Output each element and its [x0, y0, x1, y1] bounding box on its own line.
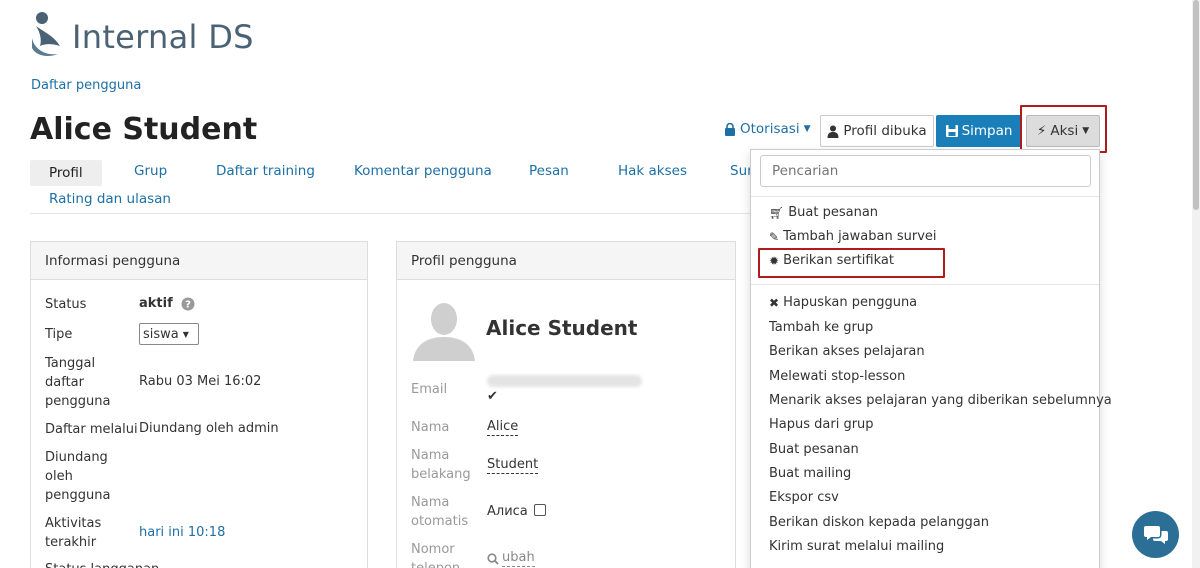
profile-opened-button[interactable]: Profil dibuka — [820, 115, 934, 147]
menu-item-add-survey-answer[interactable]: ✎ Tambah jawaban survei — [769, 229, 937, 244]
profile-opened-label: Profil dibuka — [843, 123, 927, 139]
scrollbar-thumb[interactable] — [1193, 0, 1199, 210]
caret-down-icon: ▼ — [803, 124, 811, 134]
tab-profil[interactable]: Profil — [30, 160, 102, 186]
menu-item-export-csv[interactable]: Ekspor csv — [769, 490, 839, 505]
tab-hak-akses[interactable]: Hak akses — [618, 163, 687, 179]
status-text: aktif — [139, 296, 173, 311]
menu-item-create-order[interactable]: 🛒︎ Buat pesanan — [769, 205, 878, 220]
otorisasi-label: Otorisasi — [740, 121, 800, 137]
save-label: Simpan — [961, 123, 1013, 139]
menu-item-give-discount[interactable]: Berikan diskon kepada pelanggan — [769, 515, 989, 530]
status-label: Status — [45, 297, 87, 312]
last-activity-value[interactable]: hari ini 10:18 — [139, 525, 225, 540]
subscription-label: Status langganan — [45, 560, 159, 568]
reg-date-label: Tanggal daftar pengguna — [45, 356, 111, 409]
last-name-label: Nama belakang — [411, 448, 471, 482]
tab-rating-dan-ulasan[interactable]: Rating dan ulasan — [49, 191, 171, 207]
last-activity-label: Aktivitas terakhir — [45, 516, 102, 550]
brand-logo[interactable]: Internal DS — [30, 10, 270, 62]
cart-icon: 🛒︎ — [769, 205, 785, 220]
floppy-icon — [945, 125, 958, 137]
tab-daftar-training[interactable]: Daftar training — [216, 163, 315, 179]
page-title: Alice Student — [30, 112, 258, 147]
menu-item-label: Hapuskan pengguna — [783, 295, 918, 310]
profile-tabs: Profil Grup Daftar training Komentar pen… — [30, 156, 753, 214]
tab-grup[interactable]: Grup — [134, 163, 167, 179]
type-label: Tipe — [45, 327, 73, 342]
invited-by-label: Diundang oleh pengguna — [45, 450, 111, 503]
phone-label: Nomor telepon — [411, 542, 460, 568]
x-icon: ✖ — [769, 295, 780, 310]
actions-button-highlight — [1020, 105, 1107, 153]
email-label: Email — [411, 382, 448, 397]
status-value: aktif ? — [139, 296, 195, 311]
type-select-value: siswa — [143, 326, 179, 342]
reg-date-value: Rabu 03 Mei 16:02 — [139, 374, 262, 389]
auto-name-checkbox[interactable] — [534, 504, 546, 516]
last-name-value[interactable]: Student — [487, 457, 539, 474]
first-name-value[interactable]: Alice — [487, 419, 519, 436]
type-select[interactable]: siswa ▼ — [139, 323, 199, 345]
auto-name-value: Алиса — [487, 504, 528, 519]
pencil-icon: ✎ — [769, 229, 780, 244]
menu-item-create-mailing[interactable]: Buat mailing — [769, 466, 851, 481]
menu-item-label: Buat pesanan — [788, 205, 879, 220]
email-value-redacted — [487, 375, 642, 387]
chat-bubbles-icon — [1143, 525, 1168, 544]
user-info-header: Informasi pengguna — [31, 242, 367, 280]
chevron-down-icon: ▼ — [182, 329, 189, 339]
svg-text:?: ? — [185, 299, 191, 310]
user-profile-panel: Profil pengguna Alice Student Email ✔ Na… — [396, 241, 736, 568]
user-profile-header: Profil pengguna — [397, 242, 735, 280]
actions-search-input[interactable] — [760, 155, 1091, 187]
brand-logo-icon — [32, 12, 60, 56]
menu-item-create-order-2[interactable]: Buat pesanan — [769, 442, 859, 457]
menu-item-add-to-group[interactable]: Tambah ke grup — [769, 320, 873, 335]
menu-item-delete-user[interactable]: ✖ Hapuskan pengguna — [769, 295, 917, 310]
otorisasi-dropdown[interactable]: Otorisasi ▼ — [724, 121, 811, 137]
profile-name: Alice Student — [486, 316, 638, 340]
tab-komentar-pengguna[interactable]: Komentar pengguna — [354, 163, 492, 179]
search-icon — [487, 552, 499, 565]
lock-icon — [725, 122, 735, 136]
verified-check-icon: ✔ — [487, 389, 498, 404]
user-icon — [827, 125, 839, 138]
actions-dropdown-menu: 🛒︎ Buat pesanan ✎ Tambah jawaban survei … — [750, 149, 1112, 568]
reg-via-label: Daftar melalui — [45, 422, 138, 437]
menu-item-revoke-lesson-access[interactable]: Menarik akses pelajaran yang diberikan s… — [769, 393, 1112, 408]
save-button[interactable]: Simpan — [936, 115, 1022, 147]
brand-name: Internal DS — [72, 18, 254, 56]
tab-pesan[interactable]: Pesan — [529, 163, 569, 179]
menu-item-give-lesson-access[interactable]: Berikan akses pelajaran — [769, 344, 925, 359]
auto-name-label: Nama otomatis — [411, 495, 469, 529]
user-info-panel: Informasi pengguna Status aktif ? Tipe s… — [30, 241, 368, 568]
menu-item-remove-from-group[interactable]: Hapus dari grup — [769, 417, 874, 432]
first-name-label: Nama — [411, 420, 450, 435]
chat-widget-button[interactable] — [1132, 511, 1179, 558]
help-icon[interactable]: ? — [181, 297, 195, 311]
menu-item-send-mailing-letter[interactable]: Kirim surat melalui mailing — [769, 539, 944, 554]
phone-edit-label: ubah — [502, 550, 535, 567]
menu-item-skip-stop-lesson[interactable]: Melewati stop-lesson — [769, 369, 905, 384]
phone-edit[interactable]: ubah — [487, 550, 535, 567]
avatar — [411, 297, 477, 361]
breadcrumb-user-list[interactable]: Daftar pengguna — [31, 78, 141, 93]
reg-via-value: Diundang oleh admin — [139, 421, 279, 436]
certificate-item-highlight — [758, 248, 945, 278]
page-scrollbar[interactable] — [1192, 0, 1200, 568]
menu-item-label: Tambah jawaban survei — [783, 229, 937, 244]
